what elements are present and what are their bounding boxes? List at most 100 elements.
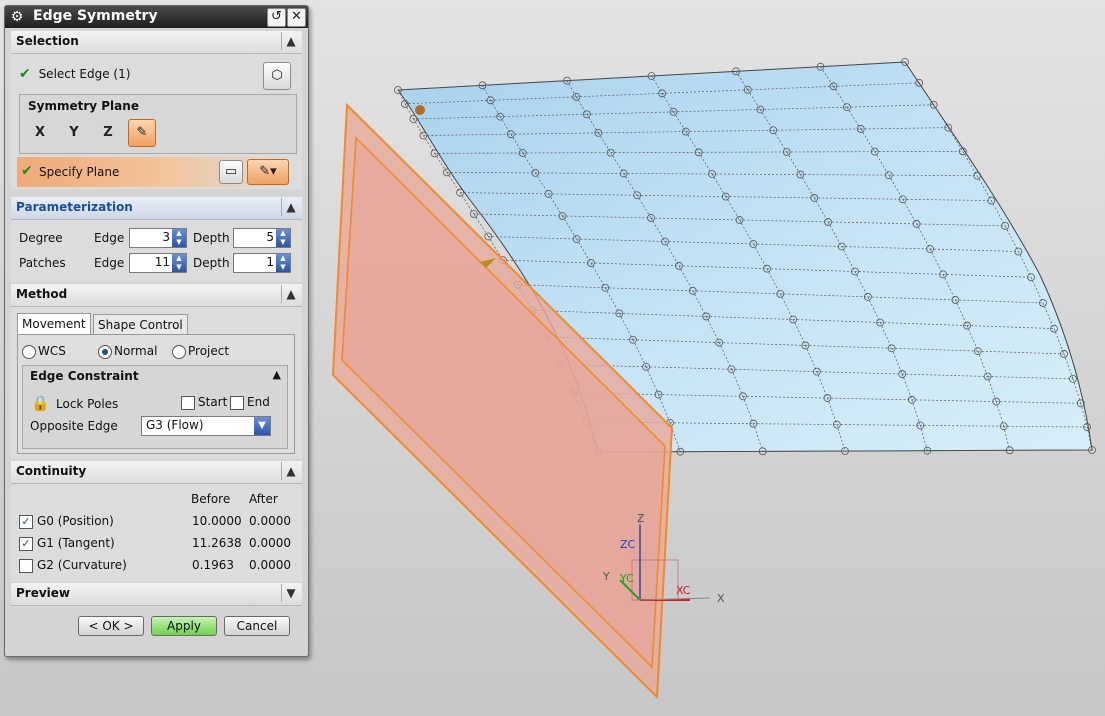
symmetry-plane-group: Symmetry Plane X Y Z ✎ [19, 94, 297, 154]
close-icon[interactable]: ✕ [287, 8, 306, 27]
axis-label-z: Z [637, 512, 645, 525]
radio-normal[interactable] [98, 345, 112, 359]
patches-label: Patches [19, 256, 66, 270]
patches-edge-label: Edge [94, 256, 125, 270]
spinner-arrows-icon[interactable]: ▲ ▼ [276, 254, 290, 272]
parameterization-header-label: Parameterization [16, 200, 133, 214]
specify-plane-row[interactable]: ✔ Specify Plane ▭ ✎▾ [17, 157, 289, 187]
g1-before: 11.2638 [192, 536, 242, 550]
y-plane-icon[interactable]: Y [60, 119, 88, 147]
axis-label-xc: XC [676, 584, 691, 597]
radio-project-label: Project [188, 344, 230, 358]
lock-icon: 🔒 [31, 394, 50, 412]
degree-label: Degree [19, 231, 63, 245]
g2-after: 0.0000 [249, 558, 291, 572]
patches-edge-spinner[interactable]: 11 ▲ ▼ [129, 253, 187, 273]
checkmark-icon: ✔ [19, 66, 31, 82]
axis-label-y: Y [602, 570, 610, 583]
radio-wcs-label: WCS [38, 344, 66, 358]
cancel-button[interactable]: Cancel [224, 616, 290, 636]
chevron-up-icon[interactable]: ▲ [281, 32, 300, 50]
gear-icon[interactable]: ⚙ [9, 9, 25, 25]
axis-label-x: X [717, 592, 725, 605]
degree-depth-value: 5 [266, 230, 274, 244]
inferred-plane-icon[interactable]: ✎ [128, 119, 156, 147]
plane-dialog-icon[interactable]: ▭ [219, 160, 243, 184]
g2-before: 0.1963 [192, 558, 234, 572]
degree-edge-label: Edge [94, 231, 125, 245]
selection-body: ✔ Select Edge (1) ⬡ Symmetry Plane X Y Z… [11, 54, 302, 189]
specify-plane-label: Specify Plane [39, 165, 120, 179]
checkmark-icon: ✔ [21, 163, 33, 179]
chevron-up-icon[interactable]: ▲ [273, 368, 281, 381]
dialog-titlebar[interactable]: ⚙ Edge Symmetry ↺ ✕ [5, 6, 308, 28]
select-edge-row[interactable]: ✔ Select Edge (1) [19, 66, 130, 82]
g0-before: 10.0000 [192, 514, 242, 528]
degree-edge-spinner[interactable]: 3 ▲ ▼ [129, 228, 187, 248]
reset-icon[interactable]: ↺ [267, 8, 286, 27]
degree-depth-spinner[interactable]: 5 ▲ ▼ [233, 228, 291, 248]
parameterization-header[interactable]: Parameterization ▲ [11, 197, 302, 220]
tab-shape-control[interactable]: Shape Control [93, 314, 188, 335]
radio-normal-label: Normal [114, 344, 158, 358]
axis-label-zc: ZC [620, 538, 636, 551]
selection-header-label: Selection [16, 34, 79, 48]
degree-edge-value: 3 [162, 230, 170, 244]
ok-button[interactable]: < OK > [78, 616, 144, 636]
selection-header[interactable]: Selection ▲ [11, 31, 302, 54]
edge-selection-marker[interactable] [415, 105, 425, 115]
spinner-arrows-icon[interactable]: ▲ ▼ [172, 229, 186, 247]
end-checkbox[interactable] [230, 396, 244, 410]
continuity-header[interactable]: Continuity ▲ [11, 461, 302, 484]
chevron-up-icon[interactable]: ▲ [281, 462, 300, 480]
g0-checkbox[interactable]: ✓ [19, 515, 33, 529]
patches-edge-value: 11 [154, 255, 170, 269]
axis-label-yc: YC [619, 572, 634, 585]
apply-button[interactable]: Apply [151, 616, 217, 636]
patches-depth-spinner[interactable]: 1 ▲ ▼ [233, 253, 291, 273]
radio-project[interactable] [172, 345, 186, 359]
method-body: Movement Shape Control WCS Normal Projec… [11, 307, 302, 459]
preview-header-label: Preview [16, 586, 71, 600]
spinner-arrows-icon[interactable]: ▲ ▼ [276, 229, 290, 247]
start-checkbox[interactable] [181, 396, 195, 410]
edge-symmetry-dialog: ⚙ Edge Symmetry ↺ ✕ Selection ▲ ✔ Select… [4, 5, 309, 657]
z-plane-icon[interactable]: Z [94, 119, 122, 147]
g0-label: G0 (Position) [37, 514, 114, 528]
degree-depth-label: Depth [193, 231, 230, 245]
tab-movement[interactable]: Movement [17, 313, 91, 335]
symmetry-plane-label: Symmetry Plane [28, 99, 139, 113]
chevron-down-icon[interactable]: ▼ [254, 417, 270, 435]
movement-panel: WCS Normal Project Edge Constraint ▲ 🔒 L… [17, 334, 295, 454]
col-before-header: Before [191, 492, 231, 506]
g1-after: 0.0000 [249, 536, 291, 550]
radio-wcs[interactable] [22, 345, 36, 359]
chevron-up-icon[interactable]: ▲ [281, 285, 300, 303]
edge-constraint-group: Edge Constraint ▲ 🔒 Lock Poles Start End… [22, 365, 288, 449]
chevron-up-icon[interactable]: ▲ [281, 198, 300, 216]
g2-checkbox[interactable] [19, 559, 33, 573]
opposite-edge-select[interactable]: G3 (Flow) ▼ [141, 416, 271, 436]
start-label: Start [198, 395, 228, 409]
method-header[interactable]: Method ▲ [11, 284, 302, 307]
x-plane-icon[interactable]: X [26, 119, 54, 147]
continuity-body: Before After ✓ G0 (Position) 10.0000 0.0… [11, 484, 302, 582]
g0-after: 0.0000 [249, 514, 291, 528]
chevron-down-icon[interactable]: ▼ [281, 584, 300, 602]
opposite-edge-label: Opposite Edge [30, 419, 118, 433]
parameterization-body: Degree Edge 3 ▲ ▼ Depth 5 ▲ ▼ Patches Edge… [11, 220, 302, 282]
select-edge-label: Select Edge (1) [38, 67, 131, 81]
opposite-edge-value: G3 (Flow) [146, 418, 204, 432]
g1-checkbox[interactable]: ✓ [19, 537, 33, 551]
patches-depth-value: 1 [266, 255, 274, 269]
end-label: End [247, 395, 270, 409]
g2-label: G2 (Curvature) [37, 558, 127, 572]
patches-depth-label: Depth [193, 256, 230, 270]
edge-constraint-label: Edge Constraint [30, 369, 139, 383]
continuity-header-label: Continuity [16, 464, 87, 478]
spinner-arrows-icon[interactable]: ▲ ▼ [172, 254, 186, 272]
dialog-title: Edge Symmetry [33, 8, 158, 24]
select-edge-cube-icon[interactable]: ⬡ [263, 62, 291, 90]
preview-header[interactable]: Preview ▼ [11, 583, 302, 606]
plane-type-dropdown[interactable]: ✎▾ [247, 159, 289, 185]
